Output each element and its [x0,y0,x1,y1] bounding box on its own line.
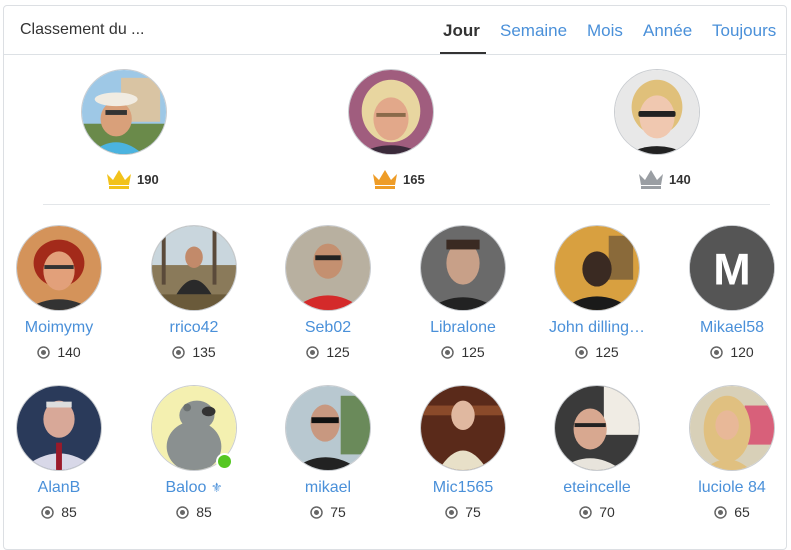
user-points: 75 [269,504,387,522]
user-points: 65 [673,504,791,522]
user-points: 75 [404,504,522,522]
tab-jour[interactable]: Jour [443,21,480,41]
points-icon [176,506,189,522]
tab-mois[interactable]: Mois [587,21,623,41]
user-points: 70 [538,504,656,522]
avatar-seb02[interactable] [285,225,371,311]
podium-avatar-1[interactable] [81,69,167,155]
user-points: 125 [404,344,522,362]
user-name[interactable]: Mic1565 [404,479,522,497]
user-name[interactable]: eteincelle [538,479,656,497]
points-icon [445,506,458,522]
orange-crown-icon [371,168,399,190]
widget-title: Classement du ... [20,21,145,38]
user-name[interactable]: AlanB [0,479,118,497]
avatar-libralone[interactable] [420,225,506,311]
avatar-mic1565[interactable] [420,385,506,471]
avatar-rrico42[interactable] [151,225,237,311]
podium-avatar-2[interactable] [348,69,434,155]
user-name[interactable]: Seb02 [269,319,387,337]
gold-crown-icon [105,168,133,190]
user-name[interactable]: John dilling… [538,319,656,337]
avatar-moimymy[interactable] [16,225,102,311]
user-name[interactable]: rrico42 [135,319,253,337]
widget-header: Classement du ... Jour Semaine Mois Anné… [4,6,786,55]
fleur-de-lis-icon: ⚜ [210,480,223,495]
avatar-john-dilling[interactable] [554,225,640,311]
points-icon [172,346,186,362]
silver-crown-icon [637,168,665,190]
svg-text:M: M [713,244,750,295]
podium-avatar-3[interactable] [614,69,700,155]
avatar-mikael[interactable] [285,385,371,471]
user-points: 85 [0,504,118,522]
podium-score-1: 190 [105,168,159,190]
user-points: 85 [135,504,253,522]
user-points: 140 [0,344,118,362]
podium-score-2: 165 [371,168,425,190]
points-icon [710,346,724,362]
user-name[interactable]: Libralone [404,319,522,337]
avatar-eteincelle[interactable] [554,385,640,471]
tab-toujours[interactable]: Toujours [712,21,776,41]
avatar-mikael58[interactable]: M [689,225,775,311]
user-points: 125 [269,344,387,362]
points-icon [714,506,727,522]
user-name[interactable]: luciole 84 [673,479,791,497]
tab-semaine[interactable]: Semaine [500,21,567,41]
user-points: 120 [673,344,791,362]
points-icon [306,346,320,362]
tab-annee[interactable]: Année [643,21,692,41]
active-tab-indicator [440,52,486,54]
points-icon [310,506,323,522]
online-status-indicator [216,453,233,470]
user-name[interactable]: Baloo ⚜ [135,479,253,497]
portrait-image [82,70,166,154]
points-icon [575,346,589,362]
user-points: 125 [538,344,656,362]
portrait-image [615,70,699,154]
user-name[interactable]: mikael [269,479,387,497]
points-icon [579,506,592,522]
avatar-luciole-84[interactable] [689,385,775,471]
user-name[interactable]: Moimymy [0,319,118,337]
user-points: 135 [135,344,253,362]
avatar-alanb[interactable] [16,385,102,471]
user-name[interactable]: Mikael58 [673,319,791,337]
podium-score-3: 140 [637,168,691,190]
points-icon [37,346,51,362]
points-icon [441,346,455,362]
points-icon [41,506,54,522]
podium-divider [43,204,770,205]
portrait-image [349,70,433,154]
